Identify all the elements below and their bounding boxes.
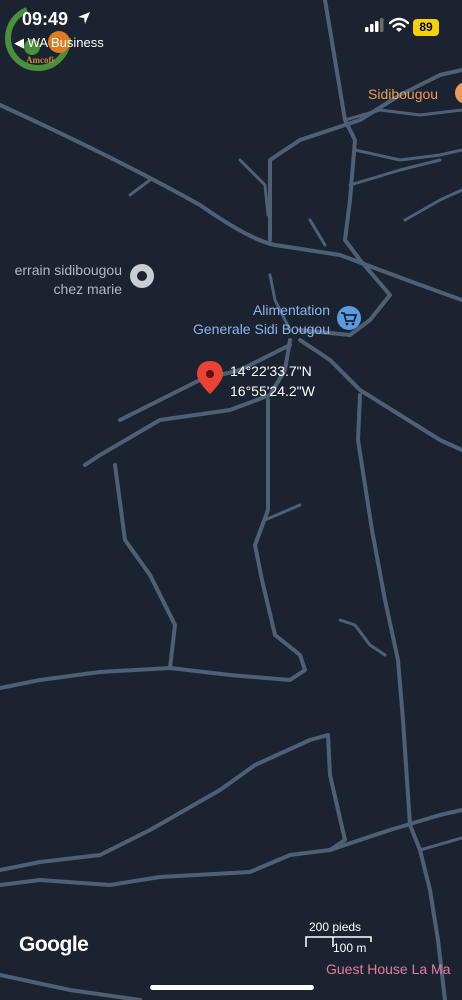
sidibougou-poi-icon[interactable] (455, 82, 462, 104)
cellular-signal-icon (365, 18, 385, 37)
location-arrow-icon (77, 11, 91, 30)
google-logo: Google (19, 933, 89, 956)
pin-longitude: 16°55'24.2"W (230, 383, 315, 399)
scale-imperial: 200 pieds (309, 920, 362, 934)
poi-label-alimentation-line2: Generale Sidi Bougou (193, 321, 330, 337)
poi-label-sidibougou[interactable]: Sidibougou (368, 85, 438, 104)
wifi-icon (388, 17, 410, 38)
back-to-app-link[interactable]: ◀ WA Business (14, 35, 104, 51)
pin-latitude: 14°22'33.7"N (230, 363, 312, 379)
poi-label-terrain-line2: chez marie (53, 281, 122, 297)
terrain-poi-icon[interactable] (130, 264, 154, 288)
poi-label-alimentation-line1: Alimentation (252, 302, 330, 318)
poi-label-guest-house[interactable]: Guest House La Ma (326, 960, 451, 979)
road-network (0, 0, 462, 1000)
logo-text: Amcofi (26, 55, 54, 65)
status-time: 09:49 (22, 9, 69, 29)
dropped-pin-icon[interactable] (197, 361, 223, 394)
scale-metric: 100 m (333, 941, 367, 955)
shopping-cart-icon[interactable] (337, 306, 361, 330)
map-canvas[interactable] (0, 0, 462, 1000)
dropped-pin-coordinates[interactable]: 14°22'33.7"N 16°55'24.2"W (230, 361, 315, 401)
home-indicator[interactable] (150, 985, 314, 990)
poi-label-terrain[interactable]: errain sidibougou chez marie (0, 261, 122, 299)
battery-indicator: 89 (413, 19, 439, 36)
poi-label-alimentation[interactable]: Alimentation Generale Sidi Bougou (160, 301, 330, 339)
poi-label-terrain-line1: errain sidibougou (14, 262, 122, 278)
